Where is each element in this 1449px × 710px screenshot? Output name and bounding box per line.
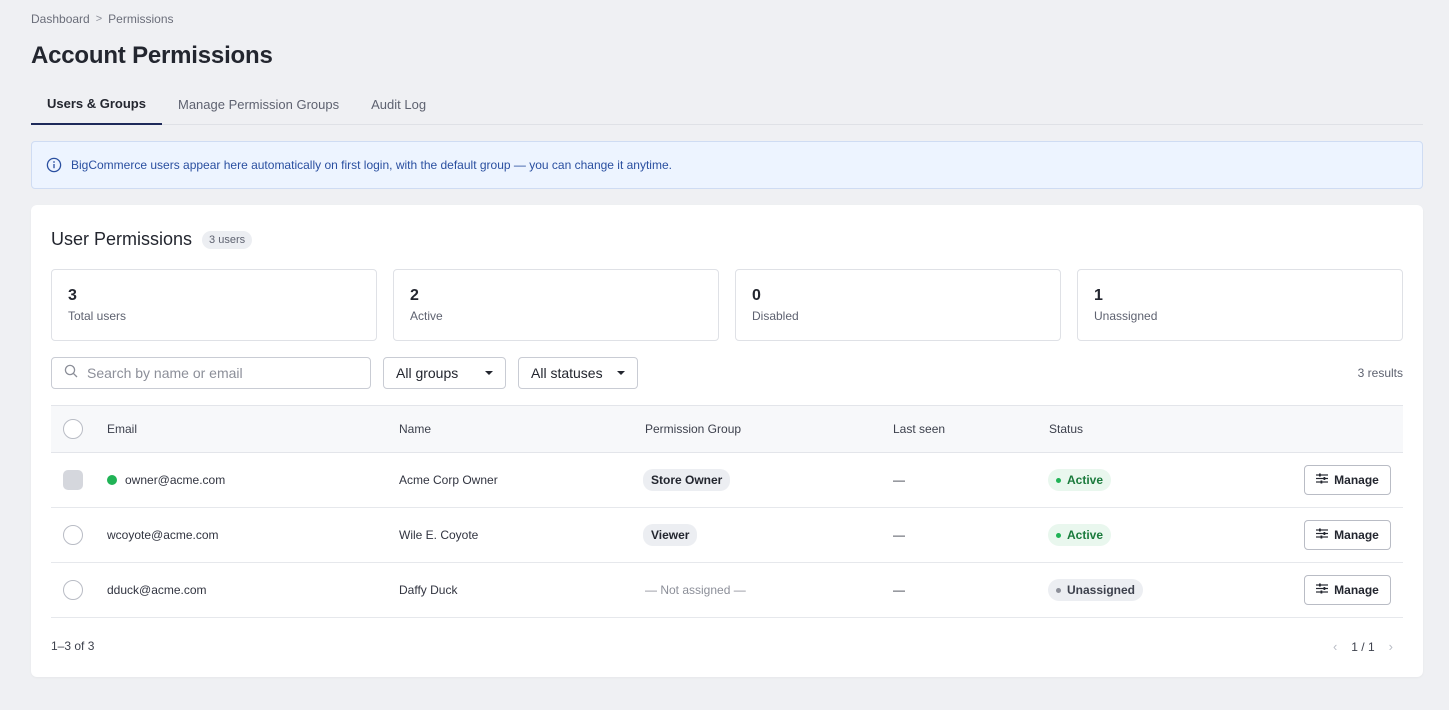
stat-value: 0 — [752, 287, 761, 304]
tab-manage-permission-groups[interactable]: Manage Permission Groups — [162, 84, 355, 125]
column-header-last-seen: Last seen — [893, 422, 946, 436]
status-dot — [1056, 587, 1061, 593]
tab-bar: Users & Groups Manage Permission Groups … — [31, 84, 1423, 125]
page-title: Account Permissions — [31, 42, 273, 69]
stat-label: Disabled — [752, 309, 799, 323]
groups-filter-label: All groups — [396, 365, 459, 381]
permission-group-unassigned: — Not assigned — — [645, 583, 746, 597]
search-input[interactable] — [87, 365, 347, 381]
status-label: Unassigned — [1067, 583, 1136, 597]
table-header: Email Name Permission Group Last seen St… — [51, 405, 1403, 453]
last-seen: — — [893, 473, 905, 487]
card-title: User Permissions — [51, 229, 193, 249]
prev-page-button[interactable]: ‹ — [1333, 639, 1337, 654]
info-banner: BigCommerce users appear here automatica… — [31, 141, 1423, 189]
stat-label: Unassigned — [1094, 309, 1158, 323]
pagination: ‹ 1 / 1 › — [1333, 639, 1393, 654]
info-icon — [46, 157, 62, 173]
user-name: Acme Corp Owner — [399, 473, 498, 487]
filter-toolbar: All groups All statuses 3 results — [51, 357, 1403, 389]
last-seen: — — [893, 528, 905, 542]
manage-button[interactable]: Manage — [1304, 520, 1391, 550]
breadcrumb-item-dashboard[interactable]: Dashboard — [31, 12, 90, 26]
stat-value: 2 — [410, 287, 419, 304]
user-name: Daffy Duck — [399, 583, 458, 597]
manage-button[interactable]: Manage — [1304, 575, 1391, 605]
caret-down-icon — [617, 371, 625, 375]
status-dot — [1056, 477, 1061, 483]
user-name: Wile E. Coyote — [399, 528, 479, 542]
last-seen: — — [893, 583, 905, 597]
stat-value: 3 — [68, 287, 77, 304]
status-dot — [1056, 532, 1061, 538]
card-header: User Permissions 3 users — [51, 229, 253, 250]
breadcrumb-separator: > — [95, 13, 103, 25]
online-status-dot — [107, 475, 117, 485]
status-label: Active — [1067, 528, 1104, 542]
tab-audit-log[interactable]: Audit Log — [355, 84, 442, 125]
select-all-checkbox[interactable] — [63, 419, 83, 439]
manage-button-label: Manage — [1334, 528, 1379, 542]
status-label: Active — [1067, 473, 1104, 487]
user-email: dduck@acme.com — [107, 583, 207, 597]
status-badge: Active — [1048, 524, 1112, 546]
sliders-icon — [1316, 528, 1329, 542]
stat-label: Total users — [68, 309, 127, 323]
groups-filter-dropdown[interactable]: All groups — [383, 357, 506, 389]
row-checkbox[interactable] — [63, 580, 83, 600]
column-header-name: Name — [399, 422, 432, 436]
stat-unassigned: 1 Unassigned — [1077, 269, 1403, 341]
page-indicator: 1 / 1 — [1351, 639, 1375, 654]
pagination-range: 1–3 of 3 — [51, 639, 95, 653]
user-email: owner@acme.com — [125, 473, 226, 487]
tab-users-groups[interactable]: Users & Groups — [31, 84, 162, 125]
status-badge: Unassigned — [1048, 579, 1144, 601]
info-banner-text: BigCommerce users appear here automatica… — [71, 158, 672, 172]
permission-group-pill: Viewer — [643, 524, 698, 546]
next-page-button[interactable]: › — [1389, 639, 1393, 654]
breadcrumb: Dashboard > Permissions — [31, 12, 174, 26]
sliders-icon — [1316, 583, 1329, 597]
table-row: dduck@acme.com Daffy Duck — Not assigned… — [51, 563, 1403, 618]
user-email: wcoyote@acme.com — [107, 528, 219, 542]
status-filter-dropdown[interactable]: All statuses — [518, 357, 638, 389]
table-row: wcoyote@acme.com Wile E. Coyote Viewer —… — [51, 508, 1403, 563]
results-count: 3 results — [1357, 366, 1403, 380]
row-checkbox-disabled — [63, 470, 83, 490]
user-count-badge: 3 users — [202, 230, 253, 249]
caret-down-icon — [485, 371, 493, 375]
row-checkbox[interactable] — [63, 525, 83, 545]
status-filter-label: All statuses — [531, 365, 603, 381]
search-box — [51, 357, 371, 389]
stats-row: 3 Total users 2 Active 0 Disabled 1 Unas… — [51, 269, 1403, 341]
table-row: owner@acme.com Acme Corp Owner Store Own… — [51, 453, 1403, 508]
stat-active: 2 Active — [393, 269, 719, 341]
column-header-email: Email — [107, 422, 138, 436]
permission-group-pill: Store Owner — [643, 469, 731, 491]
manage-button[interactable]: Manage — [1304, 465, 1391, 495]
manage-button-label: Manage — [1334, 583, 1379, 597]
status-badge: Active — [1048, 469, 1112, 491]
sliders-icon — [1316, 473, 1329, 487]
manage-button-label: Manage — [1334, 473, 1379, 487]
column-header-permission-group: Permission Group — [645, 422, 742, 436]
column-header-status: Status — [1049, 422, 1084, 436]
user-permissions-card: User Permissions 3 users 3 Total users 2… — [31, 205, 1423, 677]
breadcrumb-item-permissions: Permissions — [108, 12, 174, 26]
users-table: Email Name Permission Group Last seen St… — [51, 405, 1403, 618]
stat-total-users: 3 Total users — [51, 269, 377, 341]
search-icon — [64, 364, 78, 383]
stat-disabled: 0 Disabled — [735, 269, 1061, 341]
stat-value: 1 — [1094, 287, 1103, 304]
stat-label: Active — [410, 309, 443, 323]
